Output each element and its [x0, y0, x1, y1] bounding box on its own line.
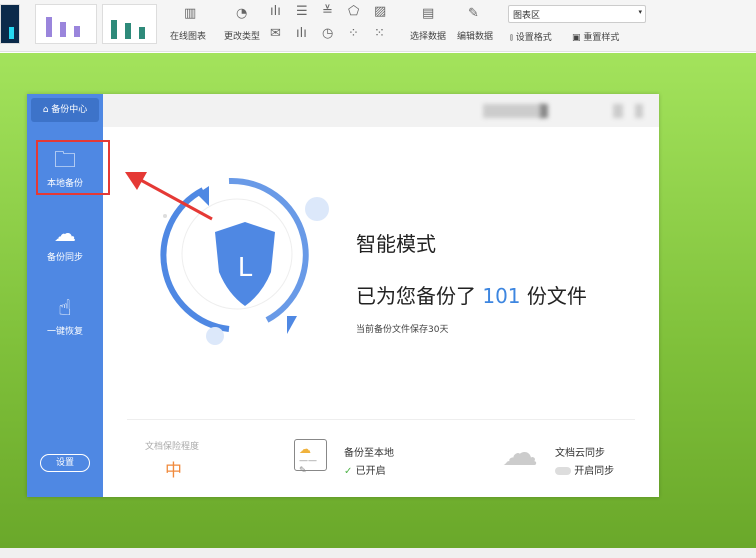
- sidebar-item-restore[interactable]: ☝ 一键恢复: [27, 294, 103, 337]
- cloud-upload-icon: ☁: [502, 433, 538, 474]
- bar-chart-icon[interactable]: ılı: [270, 4, 281, 19]
- backup-count: 101: [482, 284, 521, 308]
- bubble: [305, 197, 329, 221]
- retention-note: 当前备份文件保存30天: [356, 325, 449, 335]
- reset-style-label: 重置样式: [583, 33, 620, 43]
- blurred-title: [483, 104, 543, 118]
- backup-count-text: 已为您备份了 101 份文件: [356, 280, 587, 309]
- sidebar-item-label: 一键恢复: [46, 327, 83, 337]
- chart-style-thumb-1[interactable]: [0, 4, 20, 44]
- arrow-head: [287, 316, 297, 334]
- blurred-title: [540, 104, 548, 118]
- divider: [127, 419, 635, 420]
- hand-tap-icon: ☝: [58, 296, 72, 321]
- local-backup-status: ✓ 已开启: [344, 462, 386, 477]
- mode-title: 智能模式: [356, 232, 436, 256]
- cloud-sync-title: 文档云同步: [555, 448, 605, 459]
- chart-element-select[interactable]: 图表区 ▾: [508, 5, 646, 23]
- chart-element-value: 图表区: [513, 11, 541, 21]
- chart-style-thumb-3[interactable]: [102, 4, 157, 44]
- protection-label: 文档保险程度: [145, 442, 200, 452]
- red-arrow: [125, 172, 213, 221]
- hbar-chart-icon[interactable]: ☰: [296, 4, 308, 19]
- home-icon: ⌂: [42, 105, 49, 115]
- cloud-sync-label: 开启同步: [574, 466, 615, 477]
- close-button[interactable]: [635, 104, 643, 118]
- ribbon-toolbar: ▥ 在线图表 ◔ 更改类型 ılı ☰ ≚ ⬠ ▨ ✉ ılı ◷ ⁘ ⁙ ▤ …: [0, 0, 756, 52]
- bubble: [206, 327, 224, 345]
- area-chart-icon[interactable]: ▨: [374, 4, 386, 19]
- highlight-box: [36, 140, 110, 195]
- stat-prefix: 已为您备份了: [356, 284, 476, 308]
- local-backup-icon: ☁ —— ✎: [294, 439, 327, 476]
- edit-data-button[interactable]: 编辑数据: [457, 29, 493, 42]
- sidebar-item-label: 备份同步: [46, 253, 83, 263]
- online-chart-icon: ▥: [184, 6, 197, 21]
- edit-data-icon: ✎: [468, 6, 479, 21]
- online-chart-button[interactable]: 在线图表: [170, 29, 206, 42]
- sidebar-item-backup-sync[interactable]: ☁ 备份同步: [27, 220, 103, 263]
- backup-center-label: 备份中心: [51, 105, 88, 115]
- radar-chart-icon[interactable]: ⬠: [348, 4, 359, 19]
- toggle-switch[interactable]: [555, 467, 571, 475]
- local-backup-title: 备份至本地: [344, 448, 394, 459]
- backup-center-button[interactable]: ⌂ 备份中心: [31, 98, 99, 122]
- backup-center-dialog: ⌂ 备份中心 🗀 本地备份 ☁ 备份同步 ☝ 一键恢复 设置 L 智能模式 已为您备份…: [27, 94, 659, 497]
- column-chart-icon[interactable]: ılı: [296, 26, 307, 41]
- envelope-chart-icon[interactable]: ✉: [270, 26, 281, 41]
- stat-suffix: 份文件: [526, 284, 587, 308]
- local-status-label: 已开启: [355, 466, 386, 477]
- select-data-icon: ▤: [422, 6, 435, 21]
- change-type-icon: ◔: [236, 6, 248, 21]
- chevron-down-icon: ▾: [638, 8, 642, 16]
- dialog-header: [103, 94, 659, 127]
- check-icon: ✓: [344, 466, 353, 477]
- line-chart-icon[interactable]: ≚: [322, 4, 333, 19]
- combo-chart-icon[interactable]: ⁙: [374, 26, 385, 41]
- reset-style-button[interactable]: ▣ 重置样式: [572, 30, 619, 43]
- chart-style-thumb-2[interactable]: [35, 4, 97, 44]
- cloud-upload-icon: ☁: [54, 222, 76, 247]
- scatter-chart-icon[interactable]: ⁘: [348, 26, 359, 41]
- window-control[interactable]: [613, 104, 623, 118]
- select-data-button[interactable]: 选择数据: [410, 29, 446, 42]
- set-format-button[interactable]: ⫾ 设置格式: [510, 30, 552, 43]
- change-type-button[interactable]: 更改类型: [224, 29, 260, 42]
- pie-chart-icon[interactable]: ◷: [322, 26, 333, 41]
- settings-button[interactable]: 设置: [40, 454, 90, 472]
- protection-level: 中: [165, 461, 182, 481]
- shield-letter: L: [238, 253, 253, 283]
- set-format-label: 设置格式: [515, 33, 552, 43]
- cloud-sync-toggle[interactable]: 开启同步: [555, 462, 614, 477]
- bottom-strip: [0, 548, 756, 558]
